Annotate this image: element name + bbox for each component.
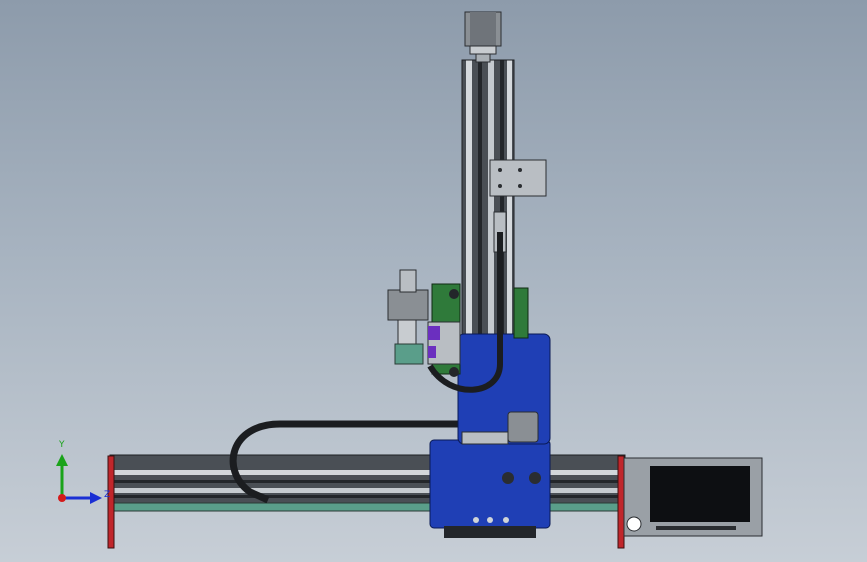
z-stepper-motor — [464, 11, 502, 63]
coordinate-triad: Y Z — [50, 440, 110, 510]
control-screen — [623, 457, 763, 537]
z-axis-label: Z — [104, 490, 111, 500]
triad-axes — [56, 454, 102, 504]
y-axis-label: Y — [59, 440, 65, 450]
cad-model-render — [107, 11, 763, 549]
x-carriage — [429, 439, 551, 538]
cad-viewport[interactable]: Y Z — [0, 0, 867, 562]
right-end-plate — [617, 455, 625, 549]
